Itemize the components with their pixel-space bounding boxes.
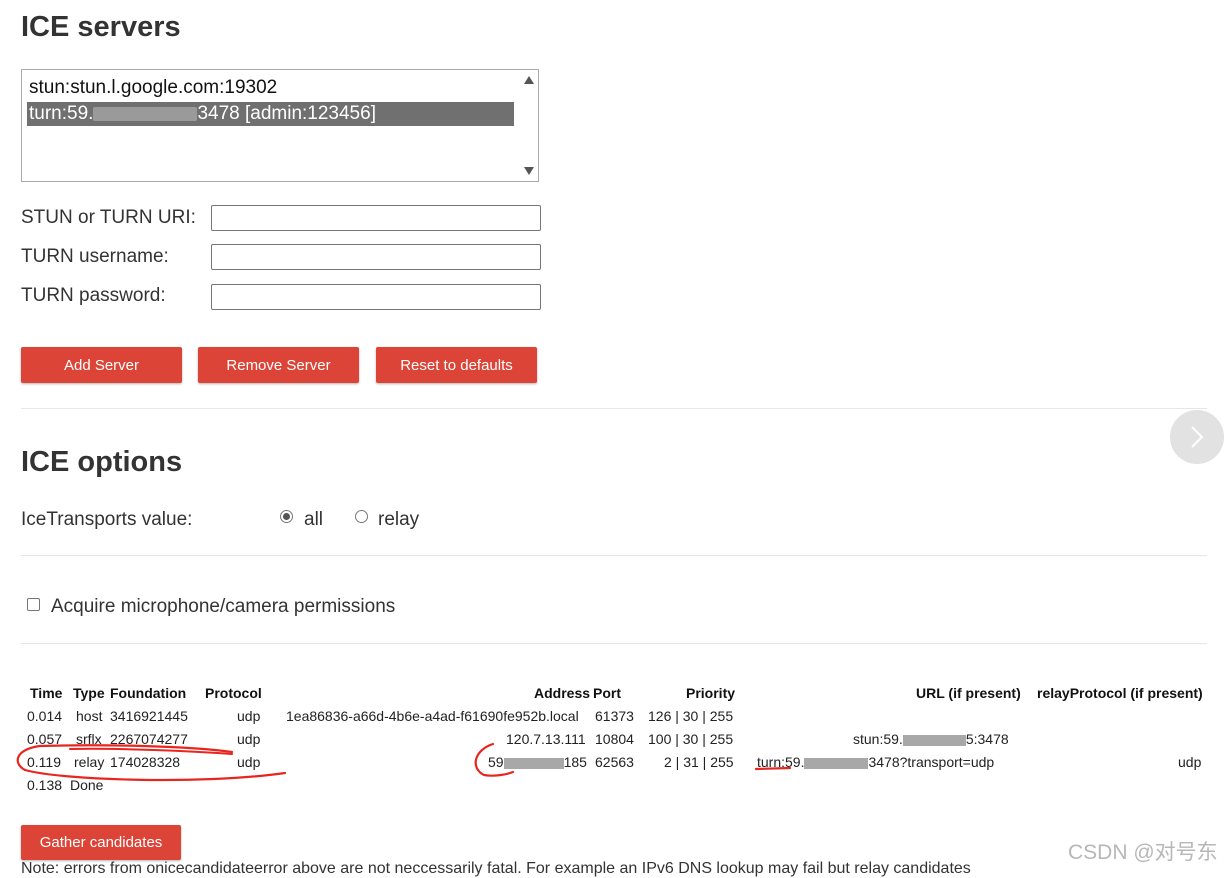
row1-protocol: udp xyxy=(237,708,261,724)
row2-port: 10804 xyxy=(595,731,634,747)
row1-priority: 126 | 30 | 255 xyxy=(648,708,734,724)
username-input[interactable] xyxy=(211,244,541,270)
server-item-text: stun:stun.l.google.com:19302 xyxy=(29,77,278,98)
scroll-down-icon[interactable] xyxy=(524,167,534,175)
remove-server-button[interactable]: Remove Server xyxy=(198,347,359,383)
header-priority: Priority xyxy=(686,685,736,701)
row3-address-end: 185 xyxy=(563,754,587,770)
row1-address: 1ea86836-a66d-4b6e-a4ad-f61690fe952b.loc… xyxy=(286,708,579,724)
row3-type: relay xyxy=(74,754,105,770)
header-time: Time xyxy=(30,685,63,701)
server-item-text: turn:59. xyxy=(29,103,94,124)
redaction-mark xyxy=(93,106,198,121)
server-list-scrollbar[interactable] xyxy=(521,70,538,181)
password-input[interactable] xyxy=(211,284,541,310)
row1-port: 61373 xyxy=(595,708,634,724)
header-protocol: Protocol xyxy=(205,685,262,701)
row2-priority: 100 | 30 | 255 xyxy=(648,731,734,747)
csdn-watermark: CSDN @对号东 xyxy=(1068,841,1218,864)
ice-server-list[interactable]: stun:stun.l.google.com:19302 turn:59. 347… xyxy=(21,69,539,182)
radio-relay-label[interactable]: relay xyxy=(378,509,419,531)
row2-protocol: udp xyxy=(237,731,261,747)
scroll-up-icon[interactable] xyxy=(524,76,534,84)
row1-type: host xyxy=(76,708,103,724)
row1-foundation: 3416921445 xyxy=(110,708,188,724)
reset-defaults-button[interactable]: Reset to defaults xyxy=(376,347,537,383)
row3-foundation: 174028328 xyxy=(110,754,181,770)
header-url: URL (if present) xyxy=(916,685,1021,701)
radio-relay[interactable] xyxy=(355,510,368,523)
ice-options-title: ICE options xyxy=(21,446,183,478)
row3-url-start: turn:59. xyxy=(757,754,805,770)
row3-priority: 2 | 31 | 255 xyxy=(664,754,734,770)
add-server-button[interactable]: Add Server xyxy=(21,347,182,383)
row2-type: srflx xyxy=(76,731,102,747)
header-port: Port xyxy=(593,685,621,701)
row3-relay-protocol: udp xyxy=(1178,754,1202,770)
chevron-right-icon xyxy=(1191,426,1204,448)
header-type: Type xyxy=(73,685,105,701)
next-arrow-button[interactable] xyxy=(1170,410,1224,464)
row2-foundation: 2267074277 xyxy=(110,731,188,747)
row2-url: stun:59. 5:3478 xyxy=(853,731,1009,747)
row3-url-end: 3478?transport=udp xyxy=(868,754,995,770)
row2-time: 0.057 xyxy=(27,731,63,747)
header-relay-protocol: relayProtocol (if present) xyxy=(1037,685,1203,701)
row2-url-start: stun:59. xyxy=(853,731,903,747)
password-label: TURN password: xyxy=(21,285,166,306)
gather-candidates-button[interactable]: Gather candidates xyxy=(21,825,181,860)
row3-protocol: udp xyxy=(237,754,261,770)
permissions-checkbox-label[interactable]: Acquire microphone/camera permissions xyxy=(51,596,395,618)
row3-address-start: 59 xyxy=(488,754,504,770)
row3-time: 0.119 xyxy=(27,754,61,770)
done-time: 0.138 xyxy=(27,777,63,793)
row2-address: 120.7.13.111 xyxy=(506,731,586,747)
uri-label: STUN or TURN URI: xyxy=(21,207,196,228)
header-foundation: Foundation xyxy=(110,685,187,701)
server-item-turn[interactable]: turn:59. 3478 [admin:123456] xyxy=(27,102,514,126)
section-divider xyxy=(21,408,1207,409)
header-address: Address xyxy=(534,685,591,701)
section-divider xyxy=(21,643,1207,644)
server-item-stun[interactable]: stun:stun.l.google.com:19302 xyxy=(29,76,277,100)
section-divider xyxy=(21,555,1207,556)
redaction-mark xyxy=(804,757,869,769)
done-text: Done xyxy=(70,777,104,793)
redaction-mark xyxy=(503,757,564,769)
username-label: TURN username: xyxy=(21,246,169,267)
row3-url: turn:59. 3478?transport=udp xyxy=(757,754,994,770)
row1-time: 0.014 xyxy=(27,708,63,724)
row3-address: 59 185 xyxy=(488,754,587,770)
row3-port: 62563 xyxy=(595,754,634,770)
note-text: Note: errors from onicecandidateerror ab… xyxy=(21,860,971,877)
row2-url-end: 5:3478 xyxy=(965,731,1009,747)
permissions-checkbox[interactable] xyxy=(27,598,40,611)
uri-input[interactable] xyxy=(211,205,541,231)
ice-transports-label: IceTransports value: xyxy=(21,509,193,530)
redaction-mark xyxy=(902,734,966,746)
server-item-text-rest: 3478 [admin:123456] xyxy=(197,103,376,124)
ice-servers-title: ICE servers xyxy=(21,11,181,43)
radio-all[interactable] xyxy=(280,510,293,523)
radio-all-label[interactable]: all xyxy=(304,509,323,531)
